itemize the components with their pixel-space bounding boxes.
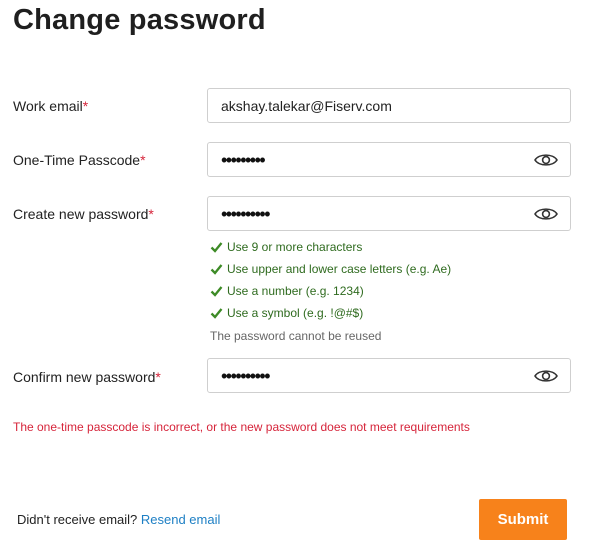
eye-icon[interactable] <box>533 205 559 223</box>
requirement-text: Use upper and lower case letters (e.g. A… <box>227 262 452 276</box>
confirm-password-field[interactable]: •••••••••• <box>207 358 571 393</box>
confirm-password-masked-value[interactable]: •••••••••• <box>208 367 533 385</box>
eye-icon[interactable] <box>533 367 559 385</box>
resend-prompt: Didn't receive email? Resend email <box>17 512 220 527</box>
resend-email-link[interactable]: Resend email <box>141 512 221 527</box>
new-password-masked-value[interactable]: •••••••••• <box>208 205 533 223</box>
checkmark-icon <box>210 307 224 319</box>
passcode-label: One-Time Passcode* <box>13 152 146 168</box>
requirement-item: Use 9 or more characters <box>210 236 451 258</box>
email-label-text: Work email <box>13 98 83 114</box>
checkmark-icon <box>210 263 224 275</box>
required-mark: * <box>140 152 146 168</box>
email-value[interactable]: akshay.talekar@Fiserv.com <box>208 98 570 114</box>
resend-prompt-text: Didn't receive email? <box>17 512 138 527</box>
passcode-field[interactable]: ••••••••• <box>207 142 571 177</box>
requirement-item: Use upper and lower case letters (e.g. A… <box>210 258 451 280</box>
new-password-field[interactable]: •••••••••• <box>207 196 571 231</box>
confirm-password-label: Confirm new password* <box>13 369 161 385</box>
requirement-text: Use 9 or more characters <box>227 240 363 254</box>
new-password-label-text: Create new password <box>13 206 149 222</box>
checkmark-icon <box>210 285 224 297</box>
reuse-note: The password cannot be reused <box>210 329 382 343</box>
requirement-item: Use a symbol (e.g. !@#$) <box>210 302 451 324</box>
email-label: Work email* <box>13 98 88 114</box>
requirement-text: Use a symbol (e.g. !@#$) <box>227 306 364 320</box>
passcode-label-text: One-Time Passcode <box>13 152 141 168</box>
requirement-text: Use a number (e.g. 1234) <box>227 284 364 298</box>
new-password-label: Create new password* <box>13 206 154 222</box>
requirement-item: Use a number (e.g. 1234) <box>210 280 451 302</box>
page-title: Change password <box>13 4 266 36</box>
eye-icon[interactable] <box>533 151 559 169</box>
required-mark: * <box>148 206 154 222</box>
required-mark: * <box>82 98 89 114</box>
required-mark: * <box>155 369 161 385</box>
submit-button[interactable]: Submit <box>479 499 567 540</box>
confirm-password-label-text: Confirm new password <box>13 369 156 385</box>
checkmark-icon <box>210 241 224 253</box>
email-field[interactable]: akshay.talekar@Fiserv.com <box>207 88 571 123</box>
password-requirements: Use 9 or more characters Use upper and l… <box>210 236 451 347</box>
passcode-masked-value[interactable]: ••••••••• <box>208 151 533 169</box>
error-message: The one-time passcode is incorrect, or t… <box>13 420 470 434</box>
